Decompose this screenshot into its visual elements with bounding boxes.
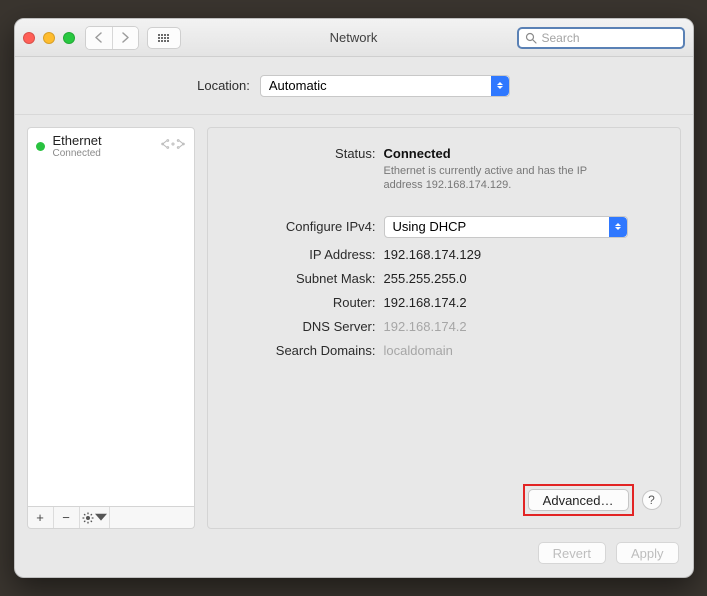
detail-panel: Status: Connected Ethernet is currently …: [207, 127, 681, 529]
dns-server-label: DNS Server:: [226, 319, 376, 334]
configure-ipv4-select[interactable]: Using DHCP: [384, 216, 628, 238]
chevron-updown-icon: [491, 76, 509, 96]
search-input[interactable]: [542, 31, 694, 45]
interface-list[interactable]: Ethernet Connected: [27, 127, 195, 507]
chevron-down-icon: [95, 512, 107, 524]
sidebar-toolbar: + −: [27, 507, 195, 529]
configure-ipv4-label: Configure IPv4:: [226, 219, 376, 234]
ip-address-label: IP Address:: [226, 247, 376, 262]
forward-button[interactable]: [112, 27, 138, 49]
dns-server-value: 192.168.174.2: [384, 319, 662, 334]
interface-action-menu[interactable]: [80, 507, 110, 528]
advanced-highlight: Advanced…: [523, 484, 634, 516]
subnet-mask-label: Subnet Mask:: [226, 271, 376, 286]
remove-interface-button[interactable]: −: [54, 507, 80, 528]
location-select[interactable]: Automatic: [260, 75, 510, 97]
search-domains-value: localdomain: [384, 343, 662, 358]
show-all-button[interactable]: [147, 27, 181, 49]
router-value: 192.168.174.2: [384, 295, 662, 310]
status-dot-icon: [36, 142, 45, 151]
apply-button[interactable]: Apply: [616, 542, 679, 564]
search-field[interactable]: [517, 27, 685, 49]
add-interface-button[interactable]: +: [28, 507, 54, 528]
network-preferences-window: Network Location: Automatic Ethernet Con…: [14, 18, 694, 578]
help-button[interactable]: ?: [642, 490, 662, 510]
back-button[interactable]: [86, 27, 112, 49]
nav-buttons: [85, 26, 139, 50]
status-cell: Connected Ethernet is currently active a…: [384, 146, 662, 193]
search-icon: [525, 32, 537, 44]
advanced-button[interactable]: Advanced…: [528, 489, 629, 511]
interface-text: Ethernet Connected: [53, 134, 152, 159]
search-domains-label: Search Domains:: [226, 343, 376, 358]
zoom-icon[interactable]: [63, 32, 75, 44]
grid-icon: [158, 34, 169, 42]
ethernet-icon: [160, 135, 186, 158]
gear-icon: [82, 512, 94, 524]
close-icon[interactable]: [23, 32, 35, 44]
interface-status: Connected: [53, 148, 152, 159]
ip-address-value: 192.168.174.129: [384, 247, 662, 262]
status-value: Connected: [384, 146, 662, 161]
configure-ipv4-value: Using DHCP: [393, 219, 467, 234]
interface-item-ethernet[interactable]: Ethernet Connected: [28, 128, 194, 165]
status-label: Status:: [226, 146, 376, 161]
titlebar: Network: [15, 19, 693, 57]
revert-button[interactable]: Revert: [538, 542, 606, 564]
sidebar-column: Ethernet Connected + −: [27, 127, 195, 529]
location-value: Automatic: [269, 78, 327, 93]
detail-rows: Status: Connected Ethernet is currently …: [226, 146, 662, 358]
location-bar: Location: Automatic: [15, 57, 693, 115]
interface-name: Ethernet: [53, 134, 152, 148]
advanced-row: Advanced… ?: [226, 484, 662, 516]
status-description: Ethernet is currently active and has the…: [384, 164, 624, 193]
traffic-lights: [23, 32, 75, 44]
footer: Revert Apply: [15, 529, 693, 577]
chevron-updown-icon: [609, 217, 627, 237]
window-title: Network: [330, 30, 378, 45]
content-area: Ethernet Connected + − Status: [15, 115, 693, 529]
subnet-mask-value: 255.255.255.0: [384, 271, 662, 286]
minimize-icon[interactable]: [43, 32, 55, 44]
location-label: Location:: [197, 78, 250, 93]
router-label: Router:: [226, 295, 376, 310]
